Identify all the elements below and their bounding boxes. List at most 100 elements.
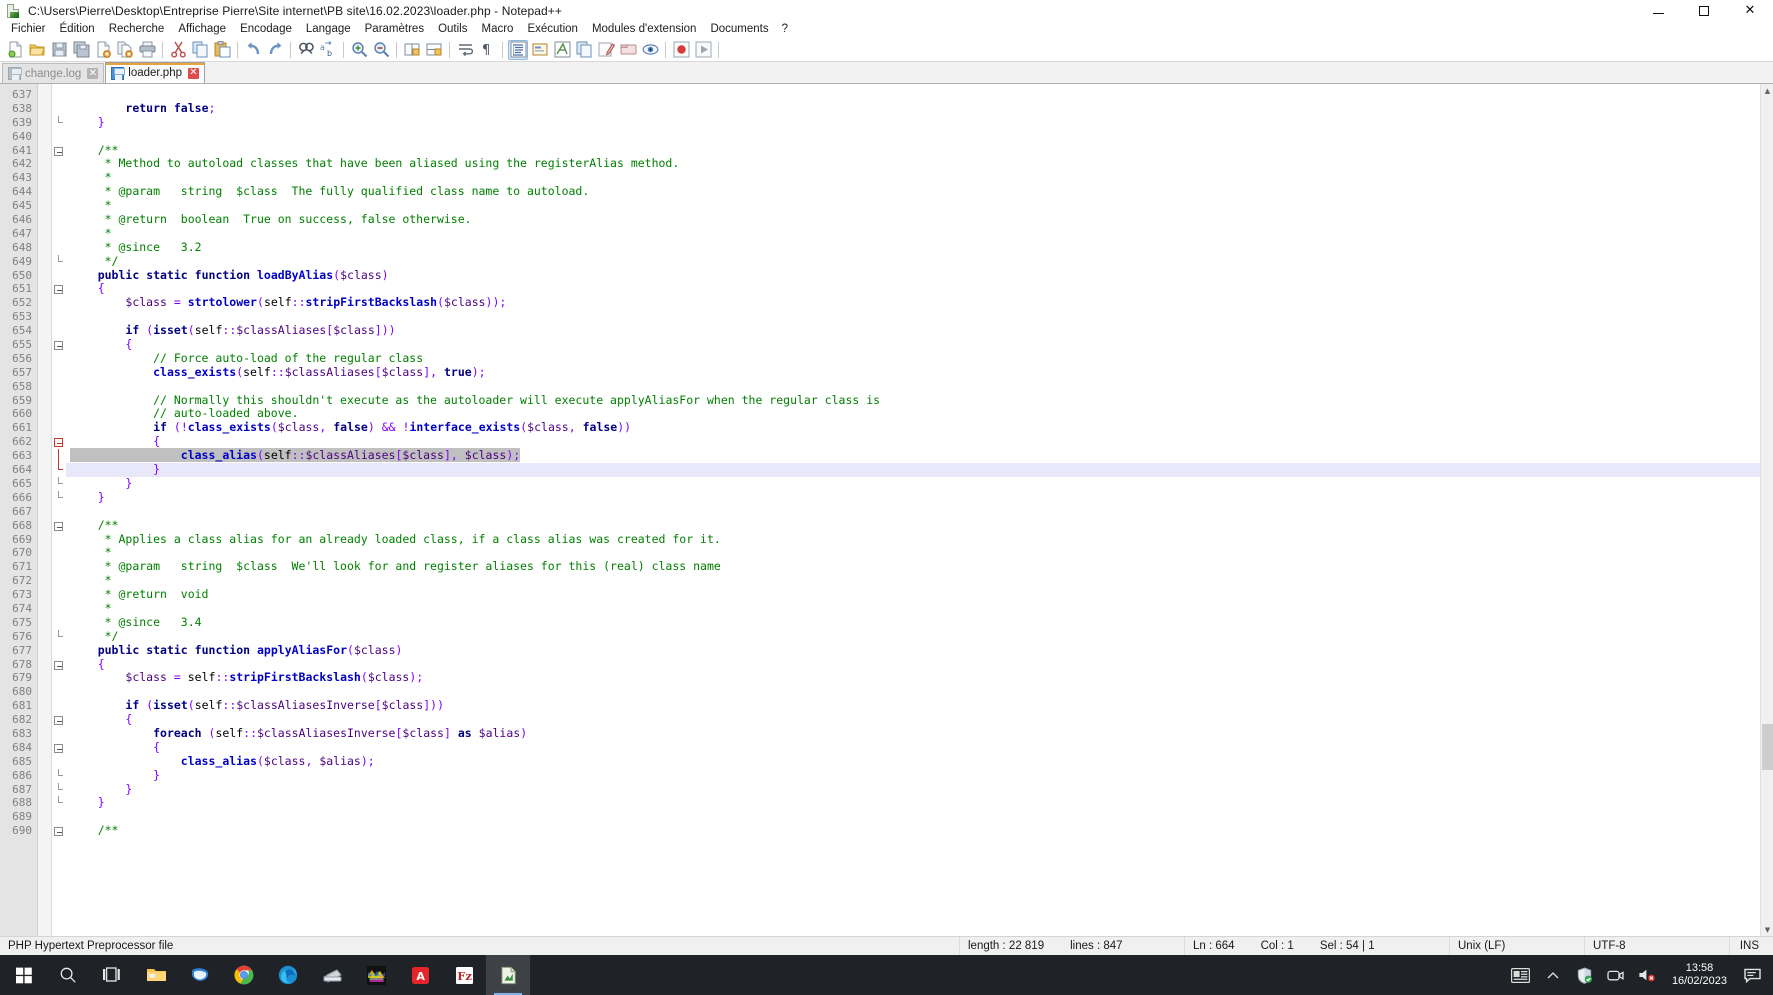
news-and-interests-icon[interactable]	[1504, 955, 1537, 995]
edge-icon[interactable]	[266, 955, 310, 995]
bookmark-slot[interactable]	[38, 421, 51, 435]
code-line[interactable]: }	[66, 115, 1773, 130]
scanner-icon[interactable]	[310, 955, 354, 995]
bookmark-slot[interactable]	[38, 171, 51, 185]
tab-close-icon[interactable]: ✕	[188, 67, 199, 79]
fold-slot[interactable]	[52, 574, 66, 588]
fold-slot[interactable]	[52, 476, 66, 491]
code-line[interactable]: // Force auto-load of the regular class	[66, 351, 1773, 366]
bookmark-slot[interactable]	[38, 449, 51, 463]
clock[interactable]: 13:58 16/02/2023	[1663, 955, 1736, 995]
notification-center-icon[interactable]	[1736, 955, 1773, 995]
mail-icon[interactable]	[178, 955, 222, 995]
fold-slot[interactable]	[52, 685, 66, 699]
code-line[interactable]: }	[66, 476, 1773, 491]
macro-stop-icon[interactable]	[671, 40, 691, 60]
code-text-area[interactable]: return false; } /** * Method to autoload…	[66, 84, 1773, 936]
tab-loader-php[interactable]: loader.php ✕	[105, 62, 205, 83]
menu-documents[interactable]: Documents	[703, 21, 775, 38]
fold-slot[interactable]	[52, 519, 66, 533]
code-line[interactable]: class_alias($class, $alias);	[66, 754, 1773, 769]
menu-help[interactable]: ?	[776, 21, 794, 38]
bookmark-slot[interactable]	[38, 769, 51, 783]
volume-muted-icon[interactable]	[1631, 955, 1663, 995]
code-line[interactable]: *	[66, 573, 1773, 588]
status-insert-mode[interactable]: INS	[1730, 937, 1773, 956]
code-line[interactable]	[66, 685, 1773, 699]
code-line[interactable]: * Method to autoload classes that have b…	[66, 157, 1773, 171]
bookmark-slot[interactable]	[38, 394, 51, 408]
close-file-icon[interactable]	[93, 40, 113, 60]
menu-parametres[interactable]: Paramètres	[358, 21, 431, 38]
fold-slot[interactable]	[52, 727, 66, 741]
bookmark-slot[interactable]	[38, 588, 51, 602]
code-line[interactable]: return false;	[66, 101, 1773, 116]
fold-slot[interactable]	[52, 658, 66, 672]
code-line[interactable]	[66, 810, 1773, 824]
code-line[interactable]: }	[66, 768, 1773, 783]
bookmark-slot[interactable]	[38, 741, 51, 755]
zoom-out-icon[interactable]	[371, 40, 391, 60]
acrobat-icon[interactable]: A	[398, 955, 442, 995]
fold-slot[interactable]	[52, 588, 66, 602]
fold-slot[interactable]	[52, 296, 66, 310]
bookmark-slot[interactable]	[38, 616, 51, 630]
monitor-icon[interactable]	[640, 40, 660, 60]
fold-slot[interactable]	[52, 380, 66, 394]
code-line[interactable]: *	[66, 198, 1773, 213]
menu-macro[interactable]: Macro	[474, 21, 520, 38]
fold-slot[interactable]	[52, 449, 66, 464]
code-line[interactable]: $class = self::stripFirstBackslash($clas…	[66, 670, 1773, 685]
redo-icon[interactable]	[265, 40, 285, 60]
scroll-up-arrow[interactable]: ▲	[1761, 84, 1773, 97]
fold-slot[interactable]	[52, 810, 66, 824]
windows-security-icon[interactable]	[1569, 955, 1600, 995]
bookmark-slot[interactable]	[38, 116, 51, 130]
zoom-in-icon[interactable]	[349, 40, 369, 60]
menu-recherche[interactable]: Recherche	[102, 21, 172, 38]
start-button-icon[interactable]	[2, 955, 46, 995]
bookmark-slot[interactable]	[38, 699, 51, 713]
bookmark-slot[interactable]	[38, 630, 51, 644]
code-line[interactable]: public static function loadByAlias($clas…	[66, 268, 1773, 283]
bookmark-slot[interactable]	[38, 88, 51, 102]
maximize-button[interactable]	[1681, 0, 1727, 21]
bookmark-slot[interactable]	[38, 505, 51, 519]
code-line[interactable]: */	[66, 629, 1773, 644]
bookmark-slot[interactable]	[38, 282, 51, 296]
code-line[interactable]: /**	[66, 518, 1773, 533]
function-list-icon[interactable]	[552, 40, 572, 60]
bookmark-slot[interactable]	[38, 338, 51, 352]
tab-close-icon[interactable]: ✕	[87, 68, 99, 79]
bookmark-slot[interactable]	[38, 269, 51, 283]
vertical-scrollbar[interactable]: ▲ ▼	[1760, 84, 1773, 936]
show-hidden-icons-chevron-up-icon[interactable]	[1537, 955, 1569, 995]
code-line[interactable]: *	[66, 170, 1773, 185]
doc-switcher-icon[interactable]	[574, 40, 594, 60]
code-line[interactable]: if (!class_exists($class, false) && !int…	[66, 420, 1773, 435]
fold-slot[interactable]	[52, 338, 66, 352]
code-line[interactable]: *	[66, 601, 1773, 616]
fold-slot[interactable]	[52, 616, 66, 630]
code-line[interactable]: $class = strtolower(self::stripFirstBack…	[66, 295, 1773, 310]
macro-record-icon[interactable]	[596, 40, 616, 60]
code-line[interactable]: // auto-loaded above.	[66, 407, 1773, 421]
bookmark-slot[interactable]	[38, 658, 51, 672]
image-editor-icon[interactable]	[354, 955, 398, 995]
bookmark-slot[interactable]	[38, 199, 51, 213]
code-line[interactable]: }	[66, 462, 1773, 477]
code-line[interactable]: * @param string $class The fully qualifi…	[66, 184, 1773, 199]
code-line[interactable]: }	[66, 782, 1773, 797]
code-line[interactable]: class_alias(self::$classAliases[$class],…	[66, 448, 1773, 463]
code-line[interactable]: {	[66, 434, 1773, 449]
bookmark-slot[interactable]	[38, 713, 51, 727]
print-icon[interactable]	[137, 40, 157, 60]
open-file-icon[interactable]	[27, 40, 47, 60]
bookmark-slot[interactable]	[38, 546, 51, 560]
word-wrap-icon[interactable]	[455, 40, 475, 60]
fold-slot[interactable]	[52, 768, 66, 783]
code-line[interactable]: */	[66, 254, 1773, 269]
code-line[interactable]: {	[66, 282, 1773, 296]
code-line[interactable]	[66, 380, 1773, 394]
fold-slot[interactable]	[52, 185, 66, 199]
